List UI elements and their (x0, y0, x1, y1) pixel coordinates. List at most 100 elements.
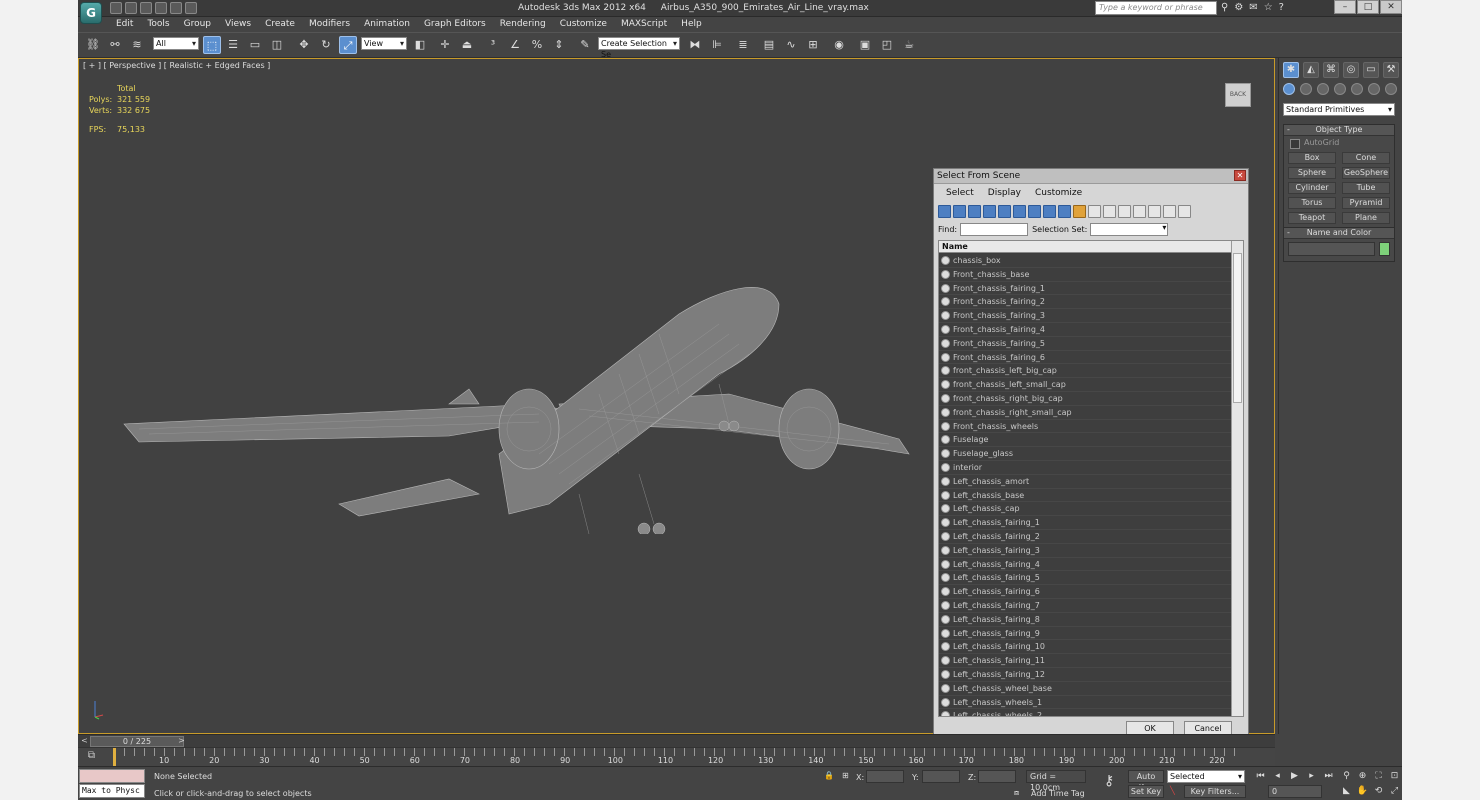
scene-object-row[interactable]: Front_chassis_fairing_1 (939, 281, 1231, 296)
binoculars-icon[interactable]: ⚲ (1221, 2, 1228, 13)
scrollbar-thumb[interactable] (1233, 253, 1242, 403)
key-mode-dropdown[interactable]: Selected (1167, 770, 1245, 783)
dialog-menu-display[interactable]: Display (988, 184, 1021, 202)
lights-category-icon[interactable] (1317, 83, 1329, 95)
display-cameras-icon[interactable] (983, 205, 996, 218)
scene-object-row[interactable]: front_chassis_left_small_cap (939, 378, 1231, 392)
name-column-header[interactable]: Name (939, 241, 1243, 253)
motion-tab-icon[interactable]: ◎ (1343, 62, 1359, 78)
scene-object-row[interactable]: Left_chassis_fairing_11 (939, 654, 1231, 668)
new-file-icon[interactable] (110, 2, 122, 14)
project-folder-icon[interactable] (185, 2, 197, 14)
window-crossing-icon[interactable]: ◫ (268, 36, 286, 54)
hierarchy-tab-icon[interactable]: ⌘ (1323, 62, 1339, 78)
display-hidden-icon[interactable] (1103, 205, 1116, 218)
y-coordinate-field[interactable] (922, 770, 960, 783)
scene-object-row[interactable]: Left_chassis_fairing_9 (939, 626, 1231, 641)
maximize-icon[interactable]: □ (1357, 0, 1379, 14)
percent-snap-icon[interactable]: % (528, 36, 546, 54)
name-and-color-rollout-header[interactable]: Name and Color (1284, 228, 1394, 239)
find-input[interactable] (960, 223, 1029, 236)
filter-settings-icon[interactable] (1178, 205, 1191, 218)
maxscript-listener-output[interactable] (79, 769, 145, 783)
scene-object-row[interactable]: Front_chassis_fairing_5 (939, 336, 1231, 351)
scene-object-row[interactable]: Left_chassis_fairing_1 (939, 516, 1231, 530)
create-cylinder-button[interactable]: Cylinder (1288, 182, 1336, 194)
select-all-icon[interactable] (1118, 205, 1131, 218)
render-production-icon[interactable]: ☕ (900, 36, 918, 54)
select-object-icon[interactable]: ⬚ (203, 36, 221, 54)
systems-category-icon[interactable] (1385, 83, 1397, 95)
scene-object-row[interactable]: Left_chassis_fairing_12 (939, 667, 1231, 682)
save-file-icon[interactable] (140, 2, 152, 14)
pan-icon[interactable]: ✋ (1356, 785, 1369, 797)
curve-editor-icon[interactable]: ∿ (782, 36, 800, 54)
slider-next-icon[interactable]: > (176, 736, 187, 747)
menu-item-maxscript[interactable]: MAXScript (621, 17, 667, 32)
time-tag-icon[interactable]: ⧈ (1014, 788, 1019, 798)
named-selection-dropdown[interactable]: Create Selection Se (598, 37, 680, 59)
scene-object-row[interactable]: chassis_box (939, 254, 1231, 268)
redo-icon[interactable] (170, 2, 182, 14)
x-coordinate-field[interactable] (866, 770, 904, 783)
layer-manager-icon[interactable]: ≣ (734, 36, 752, 54)
scene-object-row[interactable]: Left_chassis_fairing_5 (939, 571, 1231, 586)
zoom-all-icon[interactable]: ⊕ (1356, 770, 1369, 782)
move-icon[interactable]: ✥ (295, 36, 313, 54)
select-manipulate-icon[interactable]: ✛ (436, 36, 454, 54)
utilities-tab-icon[interactable]: ⚒ (1383, 62, 1399, 78)
autogrid-checkbox[interactable]: AutoGrid (1284, 136, 1394, 150)
scene-object-row[interactable]: Front_chassis_fairing_3 (939, 309, 1231, 323)
cameras-category-icon[interactable] (1334, 83, 1346, 95)
scene-object-row[interactable]: Left_chassis_fairing_6 (939, 585, 1231, 599)
scene-object-row[interactable]: front_chassis_left_big_cap (939, 364, 1231, 379)
reference-coordinate-dropdown[interactable]: View (361, 37, 407, 50)
display-frozen-icon[interactable] (1088, 205, 1101, 218)
object-color-swatch[interactable] (1379, 242, 1390, 256)
display-tab-icon[interactable]: ▭ (1363, 62, 1379, 78)
menu-item-views[interactable]: Views (225, 17, 251, 32)
menu-item-customize[interactable]: Customize (560, 17, 607, 32)
set-key-icon[interactable]: ⚷ (1104, 773, 1114, 789)
dialog-close-icon[interactable]: ✕ (1234, 170, 1246, 181)
time-slider[interactable]: < 0 / 225 > (78, 734, 1275, 747)
track-bar[interactable]: ⧉ 10 20 30 40 50 60 70 80 90 100 110 120 130 140 150 16… (78, 747, 1275, 766)
primitive-type-dropdown[interactable]: Standard Primitives (1283, 103, 1395, 116)
graphite-toggle-icon[interactable]: ▤ (760, 36, 778, 54)
perspective-viewport[interactable]: [ + ] [ Perspective ] [ Realistic + Edge… (78, 58, 1275, 750)
scene-object-row[interactable]: Left_chassis_fairing_8 (939, 612, 1231, 627)
scene-object-row[interactable]: Left_chassis_fairing_3 (939, 543, 1231, 558)
display-groups-icon[interactable] (1028, 205, 1041, 218)
play-icon[interactable]: ▶ (1288, 770, 1301, 782)
mirror-icon[interactable]: ⧓ (686, 36, 704, 54)
create-cone-button[interactable]: Cone (1342, 152, 1390, 164)
scene-object-row[interactable]: Front_chassis_wheels (939, 419, 1231, 434)
scene-object-row[interactable]: interior (939, 460, 1231, 475)
menu-item-help[interactable]: Help (681, 17, 702, 32)
app-logo-button[interactable]: G (80, 2, 102, 24)
time-slider-thumb[interactable]: 0 / 225 (90, 736, 184, 747)
display-lights-icon[interactable] (968, 205, 981, 218)
set-key-button[interactable]: Set Key (1128, 785, 1164, 798)
dialog-menu-select[interactable]: Select (946, 184, 974, 202)
help-icon[interactable]: ? (1279, 2, 1284, 13)
geometry-category-icon[interactable] (1283, 83, 1295, 95)
field-of-view-icon[interactable]: ◣ (1340, 785, 1353, 797)
viewport-label[interactable]: [ + ] [ Perspective ] [ Realistic + Edge… (83, 61, 270, 70)
menu-item-create[interactable]: Create (265, 17, 295, 32)
open-file-icon[interactable] (125, 2, 137, 14)
create-sphere-button[interactable]: Sphere (1288, 167, 1336, 179)
scene-object-row[interactable]: Left_chassis_fairing_4 (939, 557, 1231, 572)
display-space-warps-icon[interactable] (1013, 205, 1026, 218)
zoom-icon[interactable]: ⚲ (1340, 770, 1353, 782)
scene-object-row[interactable]: Front_chassis_fairing_6 (939, 350, 1231, 365)
list-scrollbar[interactable] (1231, 241, 1243, 716)
scene-object-row[interactable]: Front_chassis_fairing_2 (939, 295, 1231, 310)
create-tab-icon[interactable]: ✱ (1283, 62, 1299, 78)
rect-selection-icon[interactable]: ▭ (246, 36, 264, 54)
slider-prev-icon[interactable]: < (79, 736, 90, 747)
airplane-wireframe-model[interactable] (119, 264, 919, 534)
key-filters-button[interactable]: Key Filters... (1184, 785, 1246, 798)
go-to-start-icon[interactable]: ⏮ (1254, 770, 1267, 782)
mini-curve-editor-icon[interactable]: ⧉ (86, 751, 97, 762)
